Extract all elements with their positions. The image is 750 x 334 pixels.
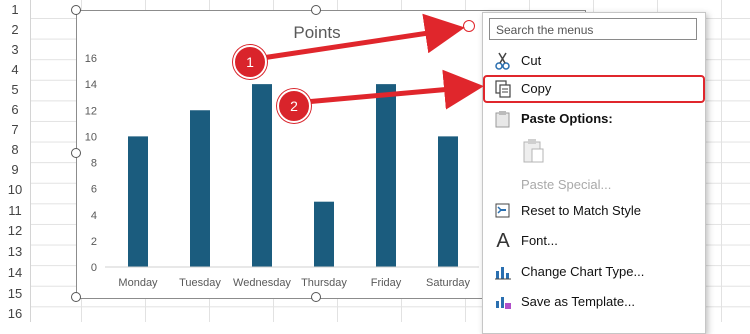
step-badge-2: 2 [277, 89, 311, 123]
annotation-layer [261, 13, 484, 110]
step-badge-1: 1 [233, 45, 267, 79]
annotation-arrow [261, 13, 465, 61]
annotation-arrow [304, 69, 484, 110]
